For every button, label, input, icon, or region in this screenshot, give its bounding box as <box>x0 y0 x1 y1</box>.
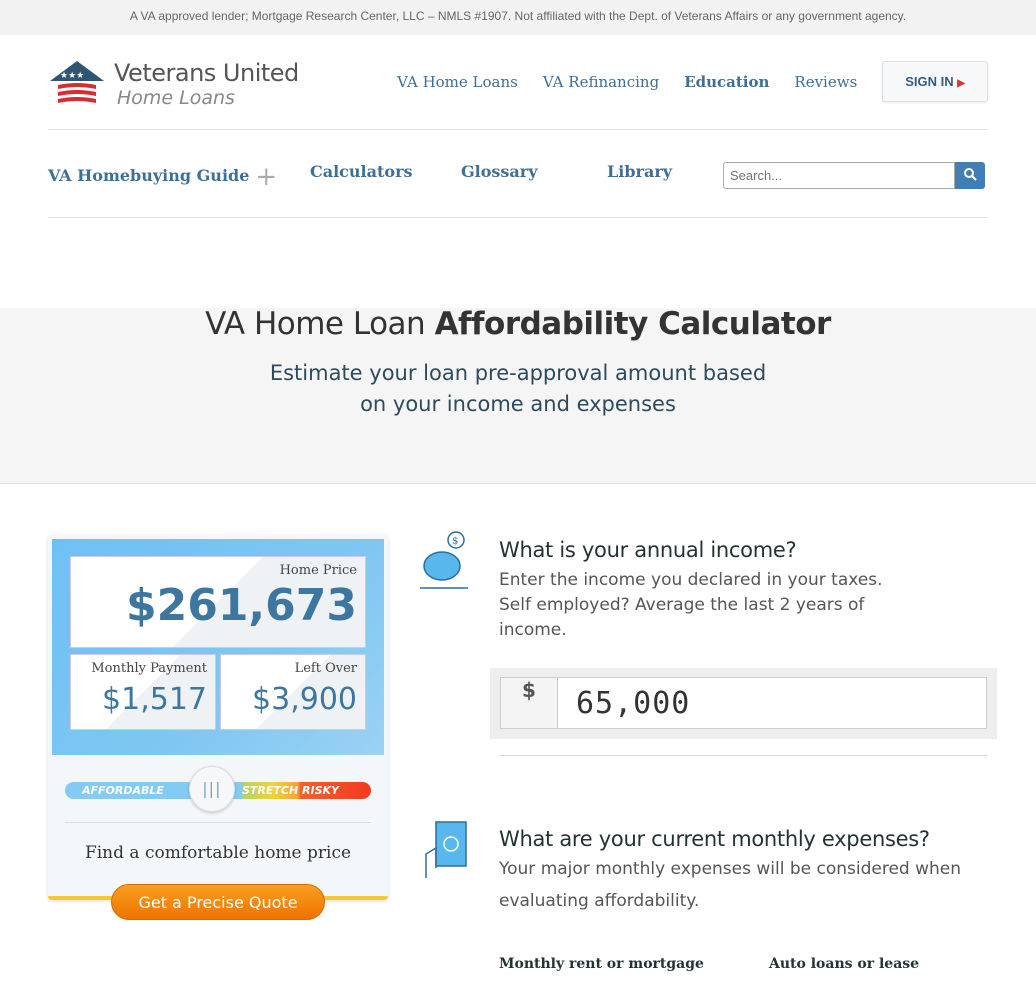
results-panel: Home Price $261,673 Monthly Payment $1,5… <box>52 539 384 755</box>
logo-line2: Home Loans <box>117 87 235 109</box>
divider <box>65 822 371 823</box>
zone-stretch: STRETCH <box>242 784 299 797</box>
home-price-box: Home Price $261,673 <box>70 556 366 648</box>
disclaimer-bar: A VA approved lender; Mortgage Research … <box>0 0 1036 35</box>
find-price-text: Find a comfortable home price <box>84 843 352 863</box>
title-bold: Affordability Calculator <box>434 306 832 342</box>
zone-affordable: AFFORDABLE <box>82 784 164 797</box>
expenses-section: What are your current monthly expenses? … <box>499 827 969 917</box>
monthly-payment-box: Monthly Payment $1,517 <box>70 654 216 730</box>
expenses-title: What are your current monthly expenses? <box>499 827 930 851</box>
auto-loans-label: Auto loans or lease <box>769 956 920 972</box>
home-price-label: Home Price <box>279 563 357 578</box>
title-part: VA Home Loan <box>205 306 435 342</box>
nav-education[interactable]: Education <box>684 73 769 91</box>
main-nav: VA Home Loans VA Refinancing Education R… <box>397 61 988 102</box>
svg-text:$: $ <box>452 536 458 547</box>
monthly-value: $1,517 <box>102 682 207 717</box>
caret-right-icon: ▶ <box>957 78 965 89</box>
nav-va-home-loans[interactable]: VA Home Loans <box>397 73 518 91</box>
subnav-library[interactable]: Library <box>607 162 672 181</box>
left-over-label: Left Over <box>294 661 357 676</box>
cash-hand-icon <box>425 821 467 878</box>
left-over-box: Left Over $3,900 <box>220 654 366 730</box>
subnav-glossary[interactable]: Glossary <box>461 162 538 181</box>
page-title: VA Home Loan Affordability Calculator <box>0 306 1036 342</box>
search-box <box>723 162 985 189</box>
hero: VA Home Loan Affordability Calculator Es… <box>0 218 1036 484</box>
search-icon <box>964 168 977 181</box>
sub-line1: Estimate your loan pre-approval amount b… <box>269 361 767 385</box>
logo[interactable]: ★★★ Veterans United Home Loans <box>48 59 299 109</box>
house-flag-icon: ★★★ <box>50 61 104 103</box>
monthly-label: Monthly Payment <box>91 661 207 676</box>
subnav-calculators[interactable]: Calculators <box>310 162 413 181</box>
subnav-label: VA Homebuying Guide <box>48 166 250 185</box>
income-section: What is your annual income? Enter the in… <box>499 538 919 643</box>
zone-risky: RISKY <box>302 784 339 797</box>
rent-mortgage-label: Monthly rent or mortgage <box>499 956 704 972</box>
piggy-bank-icon: $ <box>420 531 468 589</box>
header: ★★★ Veterans United Home Loans VA Home Lo… <box>48 35 988 130</box>
hero-subtitle: Estimate your loan pre-approval amount b… <box>0 358 1036 420</box>
income-title: What is your annual income? <box>499 538 797 562</box>
slider-handle[interactable]: ||| <box>188 766 235 812</box>
search-input[interactable] <box>723 162 955 189</box>
sub-nav: VA Homebuying Guide + Calculators Glossar… <box>48 130 988 218</box>
sign-in-button[interactable]: SIGN IN ▶ <box>882 61 988 102</box>
results-card: Home Price $261,673 Monthly Payment $1,5… <box>48 535 388 920</box>
currency-symbol: $ <box>500 677 558 729</box>
get-quote-button[interactable]: Get a Precise Quote <box>111 884 325 920</box>
nav-va-refinancing[interactable]: VA Refinancing <box>543 73 659 91</box>
svg-text:★★★: ★★★ <box>60 71 84 81</box>
left-over-value: $3,900 <box>252 682 357 717</box>
sub-line2: on your income and expenses <box>360 392 676 416</box>
annual-income-input[interactable] <box>558 677 987 729</box>
nav-reviews[interactable]: Reviews <box>794 73 857 91</box>
subnav-homebuying-guide[interactable]: VA Homebuying Guide + <box>48 162 277 192</box>
sign-in-label: SIGN IN <box>905 74 954 89</box>
divider <box>499 755 988 756</box>
plus-icon[interactable]: + <box>255 162 277 192</box>
income-field: $ <box>490 668 997 739</box>
income-desc: Enter the income you declared in your ta… <box>499 570 883 640</box>
expenses-desc: Your major monthly expenses will be cons… <box>499 859 962 911</box>
home-price-value: $261,673 <box>125 580 357 631</box>
search-button[interactable] <box>955 162 985 189</box>
logo-line1: Veterans United <box>114 59 299 87</box>
